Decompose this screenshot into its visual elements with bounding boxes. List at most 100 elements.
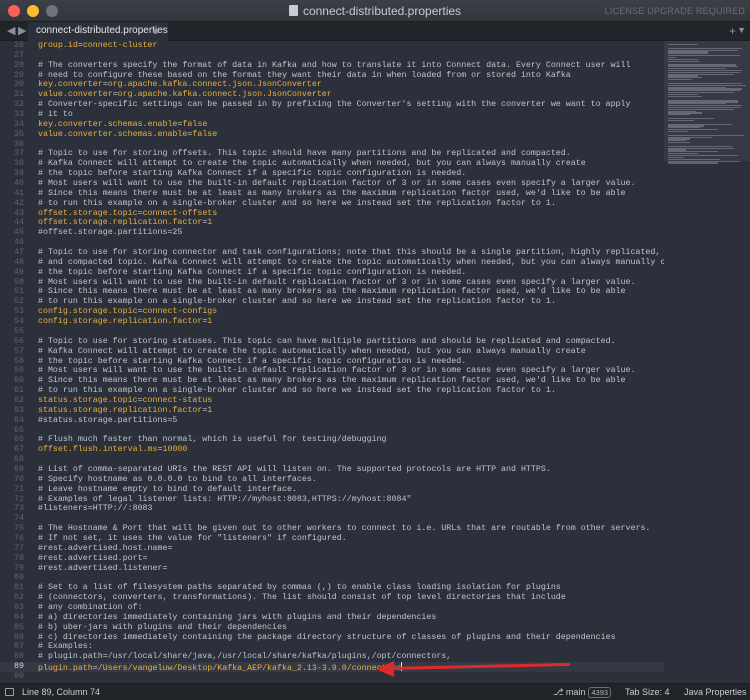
code-line[interactable]: 29 # need to configure these based on the…	[0, 71, 664, 81]
tab-size-selector[interactable]: Tab Size: 4	[625, 687, 670, 697]
code-line[interactable]: 27	[0, 51, 664, 61]
code-line[interactable]: 26 group.id=connect-cluster	[0, 41, 664, 51]
property-key: config.storage.topic	[38, 307, 138, 317]
code-line[interactable]: 79 #rest.advertised.listener=	[0, 564, 664, 574]
line-number: 49	[14, 267, 24, 277]
comment-text: # Flush much faster than normal, which i…	[38, 435, 387, 445]
tab-nav-left-icon[interactable]: ◀	[7, 24, 15, 37]
line-code: # The converters specify the format of d…	[38, 61, 631, 71]
code-line[interactable]: 28 # The converters specify the format of…	[0, 61, 664, 71]
code-line[interactable]: 64 #status.storage.partitions=5	[0, 416, 664, 426]
line-number: 89	[14, 662, 24, 672]
code-line[interactable]: 50 # Most users will want to use the buil…	[0, 278, 664, 288]
code-line[interactable]: 52 # to run this example on a single-brok…	[0, 297, 664, 307]
code-line[interactable]: 49 # the topic before starting Kafka Conn…	[0, 268, 664, 278]
code-line[interactable]: 61 # to run this example on a single-brok…	[0, 386, 664, 396]
comment-text: # any combination of:	[38, 602, 143, 612]
code-line[interactable]: 46	[0, 238, 664, 248]
code-line[interactable]: 86 # c) directories immediately containin…	[0, 633, 664, 643]
code-line[interactable]: 74	[0, 514, 664, 524]
code-line[interactable]: 42 # to run this example on a single-brok…	[0, 199, 664, 209]
code-line[interactable]: 81 # Set to a list of filesystem paths se…	[0, 583, 664, 593]
line-number: 37	[14, 149, 24, 159]
line-number: 48	[14, 257, 24, 267]
code-line[interactable]: 53 config.storage.topic=connect-configs	[0, 307, 664, 317]
property-value: connect-status	[142, 395, 213, 405]
line-number: 78	[14, 553, 24, 563]
code-line[interactable]: 45 #offset.storage.partitions=25	[0, 228, 664, 238]
code-line[interactable]: 83 # any combination of:	[0, 603, 664, 613]
code-line[interactable]: 75 # The Hostname & Port that will be giv…	[0, 524, 664, 534]
code-line[interactable]: 34 key.converter.schemas.enable=false	[0, 120, 664, 130]
code-line[interactable]: 77 #rest.advertised.host.name=	[0, 544, 664, 554]
code-line[interactable]: 63 status.storage.replication.factor=1	[0, 406, 664, 416]
code-line[interactable]: 36	[0, 140, 664, 150]
tab-nav-right-icon[interactable]: ▶	[18, 24, 26, 37]
syntax-selector[interactable]: Java Properties	[684, 687, 747, 697]
code-line[interactable]: 90	[0, 672, 664, 682]
code-line[interactable]: 80	[0, 573, 664, 583]
code-line[interactable]: 38 # Kafka Connect will attempt to create…	[0, 159, 664, 169]
code-line[interactable]: 51 # Since this means there must be at le…	[0, 287, 664, 297]
property-value: 10000	[162, 445, 188, 455]
code-line[interactable]: 76 # If not set, it uses the value for "l…	[0, 534, 664, 544]
tab-connect-distributed[interactable]: connect-distributed.properties	[28, 22, 168, 41]
code-line[interactable]: 82 # (connectors, converters, transformat…	[0, 593, 664, 603]
code-line[interactable]: 44 offset.storage.replication.factor=1	[0, 218, 664, 228]
code-line[interactable]: 35 value.converter.schemas.enable=false	[0, 130, 664, 140]
code-line[interactable]: 70 # Specify hostname as 0.0.0.0 to bind …	[0, 475, 664, 485]
code-line[interactable]: 43 offset.storage.topic=connect-offsets	[0, 209, 664, 219]
code-line[interactable]: 54 config.storage.replication.factor=1	[0, 317, 664, 327]
code-line[interactable]: 32 # Converter-specific settings can be p…	[0, 100, 664, 110]
tab-list-chevron-down-icon[interactable]: ▼	[737, 25, 746, 35]
code-line[interactable]: 60 # Since this means there must be at le…	[0, 376, 664, 386]
minimap[interactable]	[664, 41, 750, 683]
code-line[interactable]: 69 # List of comma-separated URIs the RES…	[0, 465, 664, 475]
comment-text: # a) directories immediately containing …	[38, 612, 437, 622]
code-line[interactable]: 87 # Examples:	[0, 642, 664, 652]
code-line[interactable]: 59 # Most users will want to use the buil…	[0, 366, 664, 376]
line-code: # to run this example on a single-broker…	[38, 297, 556, 307]
line-code: # Since this means there must be at leas…	[38, 189, 626, 199]
comment-text: # Most users will want to use the built-…	[38, 179, 636, 189]
code-line[interactable]: 78 #rest.advertised.port=	[0, 554, 664, 564]
comment-text: # Topic to use for storing statuses. Thi…	[38, 336, 616, 346]
code-line[interactable]: 66 # Flush much faster than normal, which…	[0, 435, 664, 445]
code-line[interactable]: 68	[0, 455, 664, 465]
line-number: 58	[14, 356, 24, 366]
code-line[interactable]: 31 value.converter=org.apache.kafka.conne…	[0, 90, 664, 100]
code-line[interactable]: 57 # Kafka Connect will attempt to create…	[0, 347, 664, 357]
code-line[interactable]: 48 # and compacted topic. Kafka Connect w…	[0, 258, 664, 268]
code-line[interactable]: 71 # Leave hostname empty to bind to defa…	[0, 485, 664, 495]
comment-text: #rest.advertised.host.name=	[38, 543, 173, 553]
status-bar: Line 89, Column 74 ⎇ main 4393 Tab Size: …	[0, 683, 750, 700]
tab-close-dot-icon[interactable]	[153, 29, 158, 34]
code-line[interactable]: 85 # b) uber-jars with plugins and their …	[0, 623, 664, 633]
code-line[interactable]: 56 # Topic to use for storing statuses. T…	[0, 337, 664, 347]
code-line[interactable]: 47 # Topic to use for storing connector a…	[0, 248, 664, 258]
code-line[interactable]: 67 offset.flush.interval.ms=10000	[0, 445, 664, 455]
code-editor[interactable]: 26 group.id=connect-cluster 27 28 # The conv…	[0, 41, 664, 683]
code-line[interactable]: 37 # Topic to use for storing offsets. Th…	[0, 149, 664, 159]
code-line[interactable]: 30 key.converter=org.apache.kafka.connect…	[0, 80, 664, 90]
code-line[interactable]: 58 # the topic before starting Kafka Conn…	[0, 357, 664, 367]
code-line[interactable]: 55	[0, 327, 664, 337]
line-code: group.id=connect-cluster	[38, 41, 158, 51]
code-line[interactable]: 73 #listeners=HTTP://:8083	[0, 504, 664, 514]
code-line[interactable]: 33 # it to	[0, 110, 664, 120]
cursor-position[interactable]: Line 89, Column 74	[22, 687, 100, 697]
code-line[interactable]: 84 # a) directories immediately containin…	[0, 613, 664, 623]
line-code: offset.storage.replication.factor=1	[38, 218, 212, 228]
code-line[interactable]: 41 # Since this means there must be at le…	[0, 189, 664, 199]
new-tab-icon[interactable]: +	[729, 24, 736, 38]
panel-toggle-icon[interactable]	[5, 688, 14, 696]
code-line[interactable]: 72 # Examples of legal listener lists: HT…	[0, 495, 664, 505]
code-line[interactable]: 88 # plugin.path=/usr/local/share/java,/u…	[0, 652, 664, 662]
code-line[interactable]: 62 status.storage.topic=connect-status	[0, 396, 664, 406]
code-line[interactable]: 65	[0, 426, 664, 436]
comment-text: # Kafka Connect will attempt to create t…	[38, 159, 586, 169]
code-line[interactable]: 40 # Most users will want to use the buil…	[0, 179, 664, 189]
code-line[interactable]: 39 # the topic before starting Kafka Conn…	[0, 169, 664, 179]
git-branch[interactable]: ⎇ main 4393	[553, 687, 612, 698]
license-notice[interactable]: LICENSE UPGRADE REQUIRED	[605, 6, 745, 16]
